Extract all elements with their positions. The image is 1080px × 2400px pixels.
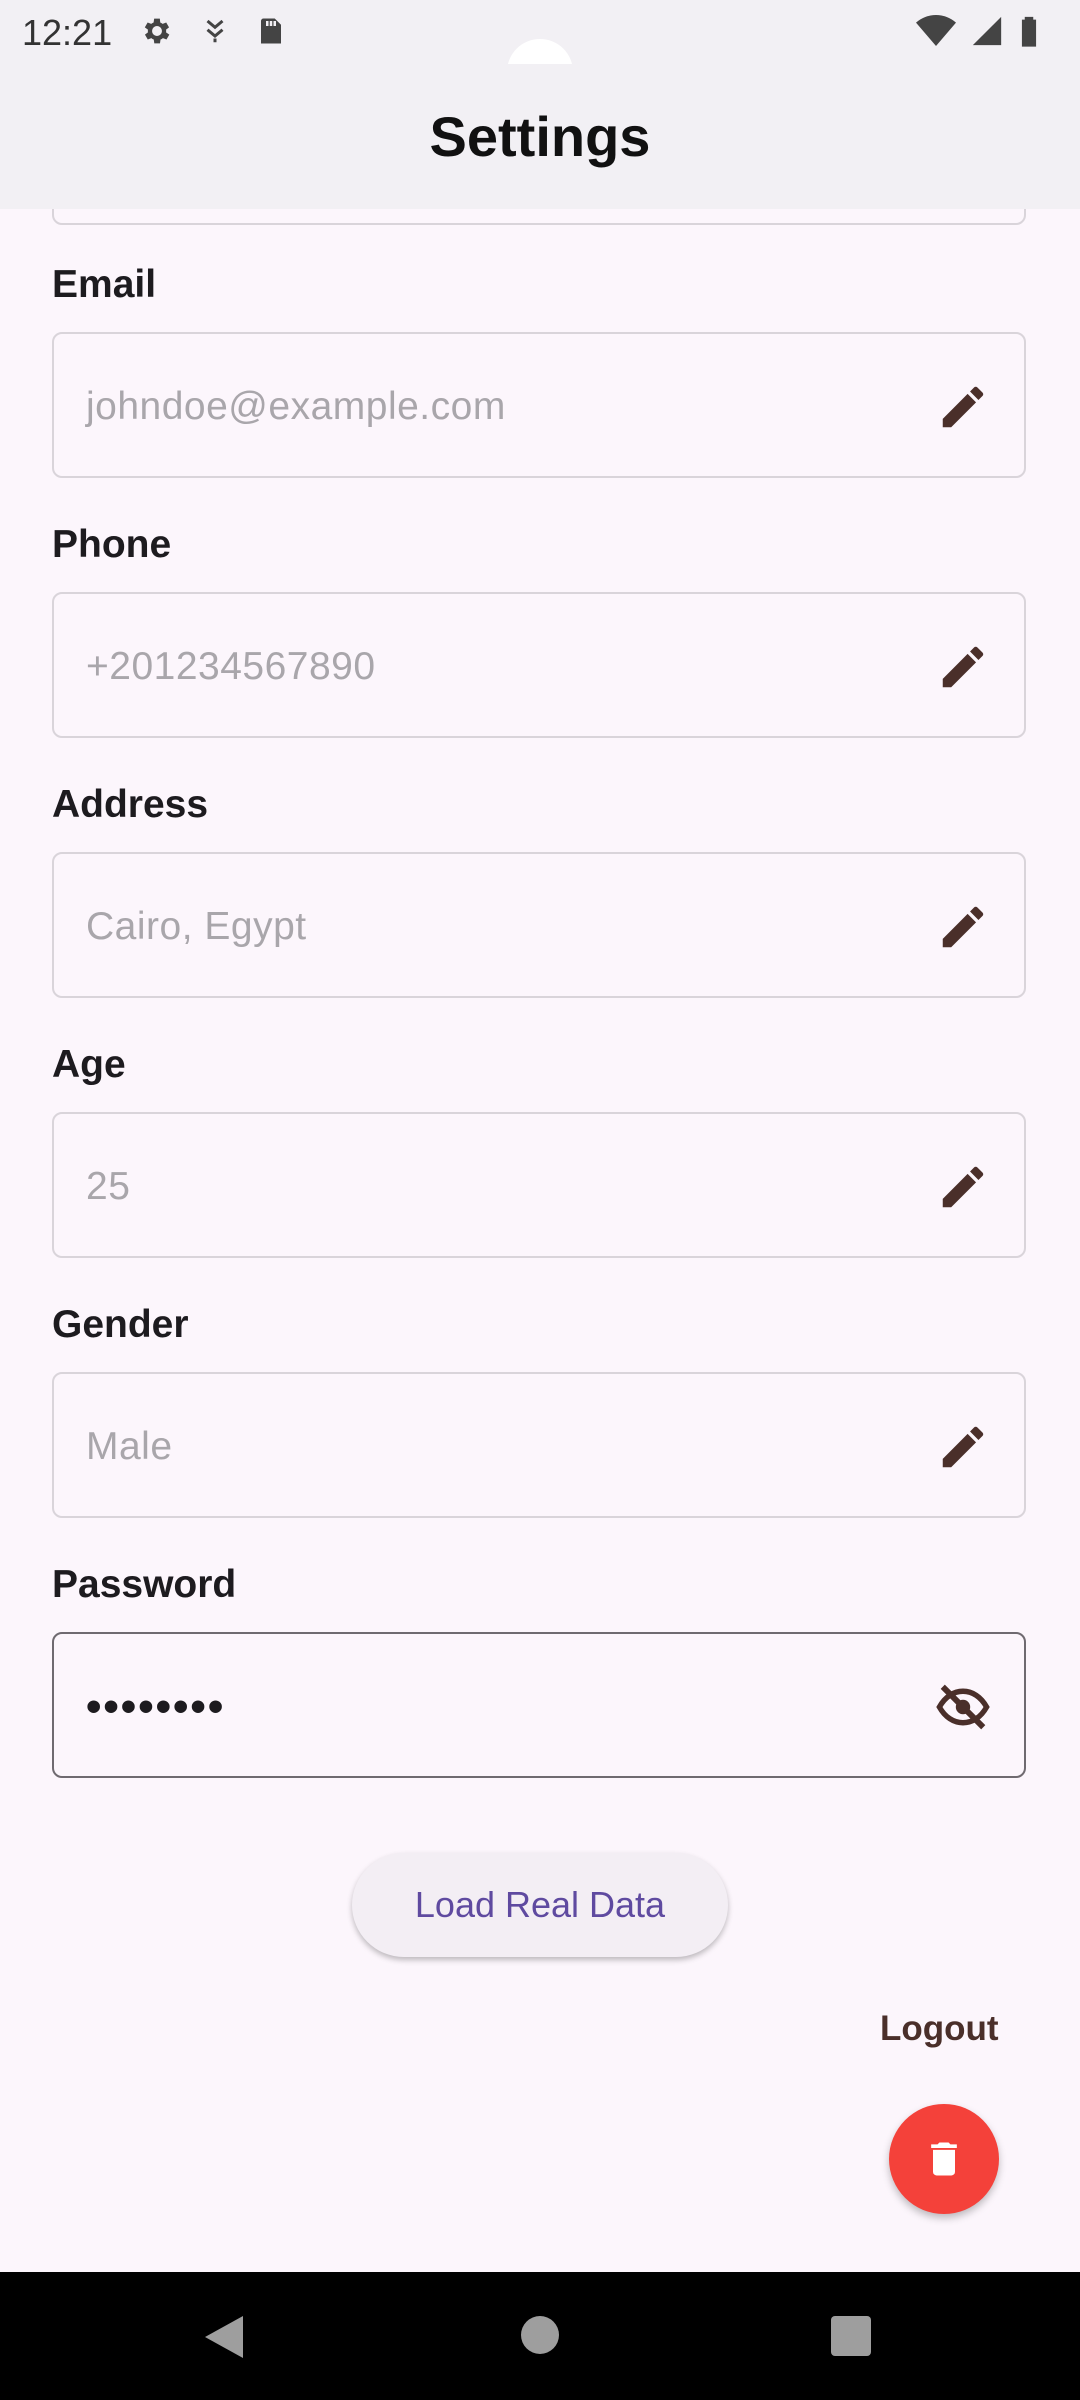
- edit-pencil-icon[interactable]: [936, 1160, 990, 1214]
- wifi-icon: [916, 15, 956, 46]
- logout-button[interactable]: Logout: [880, 2009, 999, 2049]
- sd-card-icon: [261, 18, 281, 44]
- phone-field-value: +201234567890: [86, 645, 376, 688]
- password-field[interactable]: ••••••••: [52, 1632, 1026, 1778]
- page-title: Settings: [429, 105, 651, 168]
- email-field[interactable]: johndoe@example.com: [52, 332, 1026, 478]
- trash-icon: [931, 2142, 957, 2176]
- gender-field[interactable]: Male: [52, 1372, 1026, 1518]
- address-field-value: Cairo, Egypt: [86, 905, 307, 948]
- download-icon: [206, 19, 224, 43]
- edit-pencil-icon[interactable]: [936, 900, 990, 954]
- email-label: Email: [52, 263, 157, 306]
- app-bar: Settings: [0, 64, 1080, 209]
- age-label: Age: [52, 1043, 126, 1086]
- home-icon[interactable]: [520, 2315, 560, 2355]
- settings-gear-icon: [144, 18, 170, 44]
- address-field[interactable]: Cairo, Egypt: [52, 852, 1026, 998]
- battery-icon: [1021, 16, 1037, 47]
- settings-form[interactable]: Email johndoe@example.com Phone +2012345…: [0, 209, 1080, 2272]
- address-label: Address: [52, 783, 209, 826]
- password-label: Password: [52, 1563, 237, 1606]
- delete-fab-button[interactable]: [889, 2104, 999, 2214]
- edit-pencil-icon[interactable]: [936, 380, 990, 434]
- visibility-off-icon[interactable]: [936, 1680, 990, 1734]
- age-field[interactable]: 25: [52, 1112, 1026, 1258]
- phone-field[interactable]: +201234567890: [52, 592, 1026, 738]
- recents-icon[interactable]: [831, 2316, 871, 2356]
- age-field-value: 25: [86, 1165, 131, 1208]
- status-time: 12:21: [22, 12, 113, 53]
- edit-pencil-icon[interactable]: [936, 640, 990, 694]
- edit-pencil-icon[interactable]: [936, 1420, 990, 1474]
- email-field-value: johndoe@example.com: [86, 385, 506, 428]
- gender-field-value: Male: [86, 1425, 173, 1468]
- password-field-value: ••••••••: [86, 1682, 226, 1731]
- back-icon[interactable]: [203, 2314, 245, 2360]
- system-navigation-bar: [0, 2272, 1080, 2400]
- signal-icon: [972, 16, 1002, 46]
- partial-field-above[interactable]: [52, 209, 1026, 225]
- phone-label: Phone: [52, 523, 172, 566]
- gender-label: Gender: [52, 1303, 189, 1346]
- load-real-data-button[interactable]: Load Real Data: [352, 1853, 728, 1957]
